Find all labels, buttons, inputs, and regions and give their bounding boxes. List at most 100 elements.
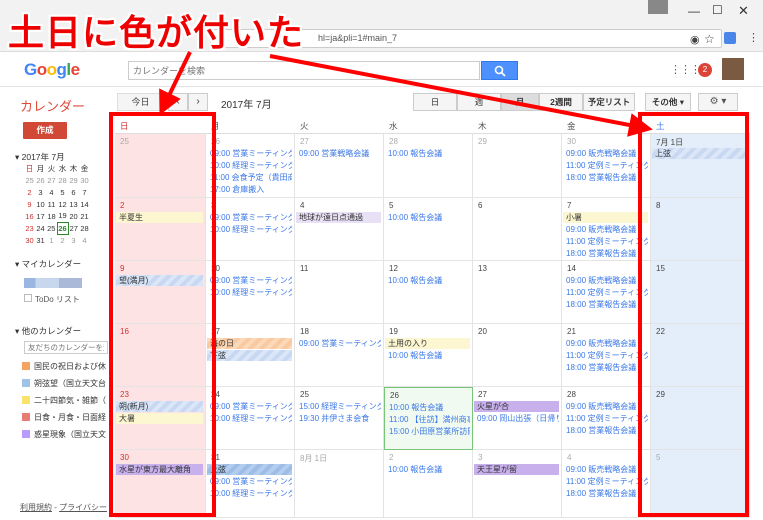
- timed-event[interactable]: 09:00 営業ミーティング: [210, 476, 292, 487]
- other-calendar-item[interactable]: 日食・月食・日面経…: [22, 412, 106, 423]
- other-calendar-item[interactable]: 国民の祝日および休…: [22, 361, 106, 372]
- timed-event[interactable]: 09:00 営業ミーティング: [299, 338, 381, 349]
- day-number[interactable]: 27: [300, 137, 309, 146]
- star-icon[interactable]: ☆: [704, 32, 715, 46]
- day-number[interactable]: 25: [300, 390, 309, 399]
- mini-day[interactable]: 27: [46, 174, 57, 186]
- timed-event[interactable]: 10:00 経理ミーティング: [210, 160, 292, 171]
- day-cell[interactable]: 31 上弦 09:00 営業ミーティング 10:00 経理ミーティング: [206, 450, 295, 518]
- view-month-button[interactable]: 月: [501, 93, 539, 111]
- day-number[interactable]: 4: [300, 201, 304, 210]
- timed-event[interactable]: 15:00 小田原営業所訪問: [389, 426, 470, 437]
- timed-event[interactable]: 11:00 定例ミーティング: [566, 160, 648, 171]
- other-calendar-item[interactable]: 惑星現象（国立天文…: [22, 429, 106, 440]
- timed-event[interactable]: 15:00 経理ミーティング: [299, 401, 381, 412]
- calendar-color-swatch[interactable]: [22, 430, 30, 438]
- timed-event[interactable]: 10:00 経理ミーティング: [210, 488, 292, 499]
- timed-event[interactable]: 18:00 営業報告会議: [566, 248, 648, 259]
- more-button[interactable]: その他 ▾: [645, 93, 691, 111]
- day-number[interactable]: 2: [389, 453, 393, 462]
- other-calendars-title[interactable]: ▾ 他のカレンダー: [15, 325, 81, 337]
- mini-day[interactable]: 31: [35, 234, 46, 246]
- mini-day[interactable]: 10: [35, 198, 46, 210]
- timed-event[interactable]: 09:00 販売戦略会議: [566, 401, 648, 412]
- day-cell[interactable]: 3 天王星が留: [473, 450, 562, 518]
- day-number[interactable]: 26: [390, 391, 399, 400]
- day-cell[interactable]: 27 09:00 営業戦略会議: [295, 134, 384, 198]
- all-day-event[interactable]: 地球が遠日点通過: [296, 212, 381, 223]
- my-calendar-item[interactable]: [24, 278, 82, 288]
- timed-event[interactable]: 19:30 井伊さま会食: [299, 413, 381, 424]
- day-number[interactable]: 5: [389, 201, 393, 210]
- timed-event[interactable]: 11:00 定例ミーティング: [566, 476, 648, 487]
- mini-day[interactable]: 11: [46, 198, 57, 210]
- timed-event[interactable]: 10:00 報告会議: [388, 350, 470, 361]
- eye-icon[interactable]: ◉: [690, 33, 700, 46]
- view-week-button[interactable]: 週: [457, 93, 501, 111]
- other-calendar-item[interactable]: 二十四節気・雑節（…: [22, 395, 106, 406]
- all-day-event[interactable]: 小暑: [563, 212, 648, 223]
- mini-day[interactable]: 25: [24, 174, 35, 186]
- create-button[interactable]: 作成: [23, 122, 67, 139]
- day-cell[interactable]: 12 10:00 報告会議: [384, 261, 473, 324]
- calendar-color-swatch[interactable]: [22, 396, 30, 404]
- day-number[interactable]: 18: [300, 327, 309, 336]
- today-button[interactable]: 今日: [117, 93, 164, 111]
- day-cell[interactable]: 26 10:00 報告会議11:00 【往訪】満州商事様15:00 小田原営業所訪…: [384, 387, 473, 450]
- todo-checkbox[interactable]: [24, 294, 32, 302]
- mini-day[interactable]: 6: [68, 186, 79, 198]
- browser-tab-thumbnail[interactable]: [648, 0, 668, 14]
- day-cell[interactable]: 3 09:00 営業ミーティング 10:00 経理ミーティング: [206, 198, 295, 261]
- mini-day[interactable]: 30: [24, 234, 35, 246]
- mini-day[interactable]: 28: [57, 174, 68, 186]
- mini-day[interactable]: 14: [79, 198, 90, 210]
- day-cell[interactable]: 26 09:00 営業ミーティング 10:00 経理ミーティング 11:00 会食予定…: [206, 134, 295, 198]
- day-number[interactable]: 4: [567, 453, 571, 462]
- day-number[interactable]: 20: [478, 327, 487, 336]
- timed-event[interactable]: 17:00 倉庫搬入: [210, 184, 292, 195]
- view-schedule-button[interactable]: 予定リスト: [583, 93, 635, 111]
- minimize-icon[interactable]: —: [688, 4, 700, 18]
- timed-event[interactable]: 18:00 営業報告会議: [566, 488, 648, 499]
- day-cell[interactable]: 25 15:00 経理ミーティング 19:30 井伊さま会食: [295, 387, 384, 450]
- calendar-color-swatch[interactable]: [22, 413, 30, 421]
- mini-day[interactable]: 13: [68, 198, 79, 210]
- timed-event[interactable]: 09:00 販売戦略会議: [566, 275, 648, 286]
- timed-event[interactable]: 09:00 営業戦略会議: [299, 148, 381, 159]
- view-2weeks-button[interactable]: 2週間: [539, 93, 583, 111]
- privacy-link[interactable]: プライバシー: [59, 503, 107, 512]
- next-button[interactable]: ›: [188, 93, 208, 111]
- mini-day[interactable]: 5: [57, 186, 68, 198]
- mini-day[interactable]: 4: [79, 234, 90, 246]
- timed-event[interactable]: 18:00 営業報告会議: [566, 425, 648, 436]
- day-cell[interactable]: 2 10:00 報告会議: [384, 450, 473, 518]
- settings-gear-button[interactable]: ⚙ ▾: [698, 93, 738, 111]
- day-cell[interactable]: 20: [473, 324, 562, 387]
- other-calendar-item[interactable]: 朔弦望（国立天文台…: [22, 378, 106, 389]
- day-number[interactable]: 21: [567, 327, 576, 336]
- day-number[interactable]: 3: [478, 453, 482, 462]
- day-cell[interactable]: 8月 1日: [295, 450, 384, 518]
- mini-day[interactable]: 19: [57, 210, 68, 222]
- mini-day[interactable]: 21: [79, 210, 90, 222]
- mini-day[interactable]: 4: [46, 186, 57, 198]
- all-day-event[interactable]: 下弦: [207, 350, 292, 361]
- timed-event[interactable]: 18:00 営業報告会議: [566, 362, 648, 373]
- mini-day[interactable]: 26: [56, 221, 69, 235]
- day-cell[interactable]: 29: [473, 134, 562, 198]
- timed-event[interactable]: 10:00 経理ミーティング: [210, 287, 292, 298]
- close-icon[interactable]: ✕: [738, 3, 749, 19]
- avatar[interactable]: [722, 58, 744, 80]
- timed-event[interactable]: 11:00 【往訪】満州商事様: [389, 414, 470, 425]
- all-day-event[interactable]: 天王星が留: [474, 464, 559, 475]
- view-day-button[interactable]: 日: [413, 93, 457, 111]
- mini-day[interactable]: 9: [24, 198, 35, 210]
- day-cell[interactable]: 19 土用の入り 10:00 報告会議: [384, 324, 473, 387]
- mini-day[interactable]: 23: [24, 222, 35, 234]
- day-number[interactable]: 29: [478, 137, 487, 146]
- day-cell[interactable]: 17 海の日 下弦: [206, 324, 295, 387]
- mini-day[interactable]: 3: [35, 186, 46, 198]
- mini-day[interactable]: 3: [68, 234, 79, 246]
- timed-event[interactable]: 09:00 販売戦略会議: [566, 338, 648, 349]
- timed-event[interactable]: 10:00 報告会議: [388, 148, 470, 159]
